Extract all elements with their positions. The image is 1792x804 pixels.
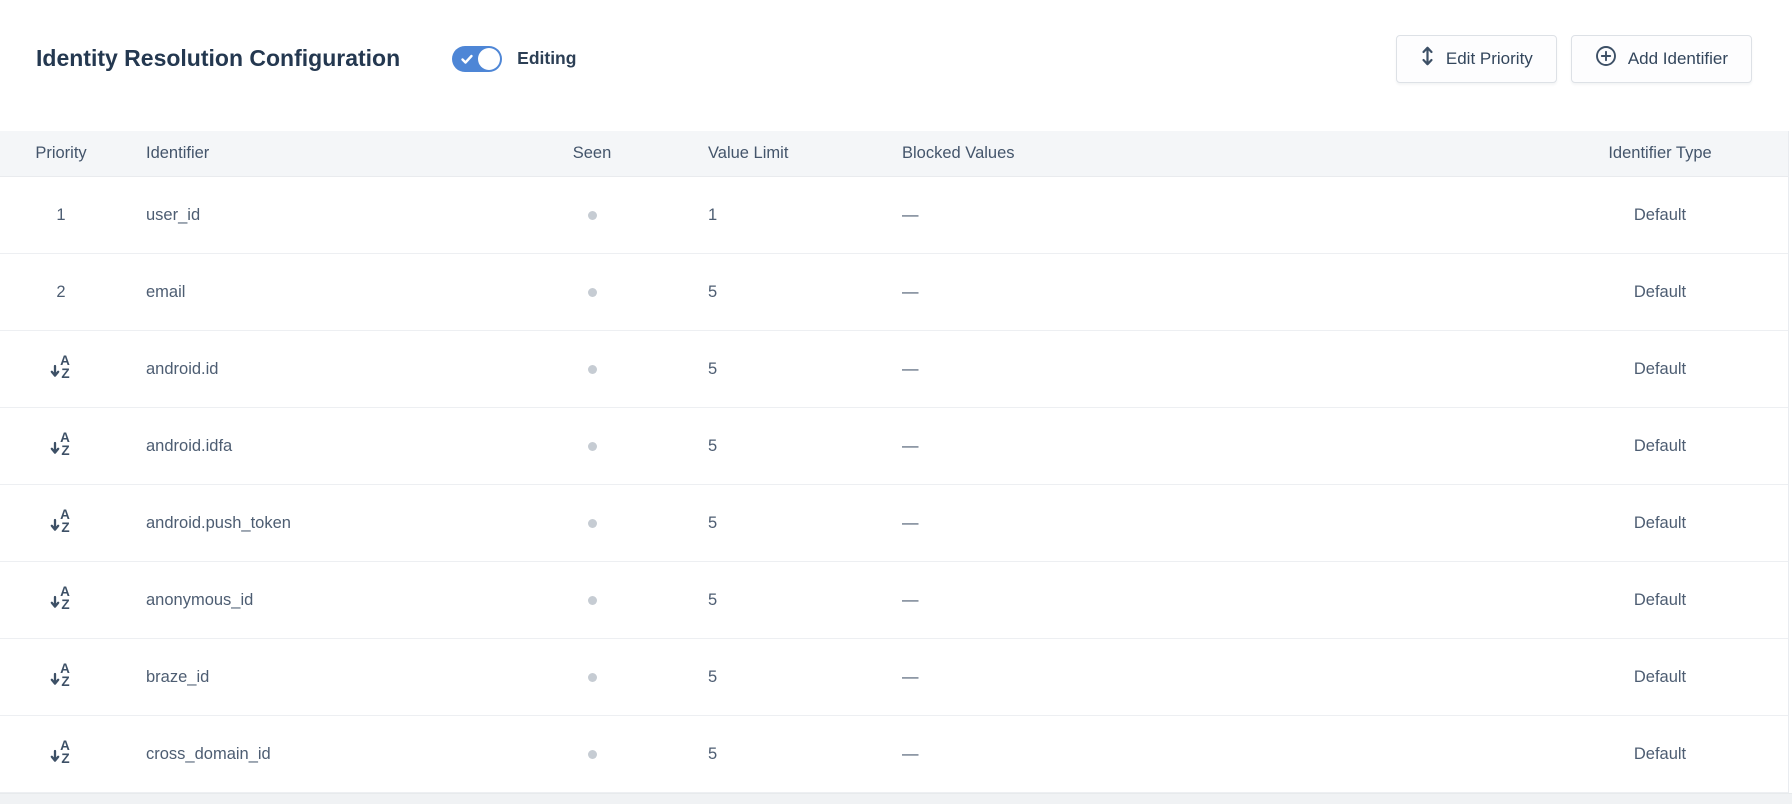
table-row[interactable]: 1 A Z user_id 1 — Default (0, 177, 1788, 254)
plus-circle-icon (1595, 45, 1617, 72)
value-limit: 5 (632, 437, 900, 456)
column-header-identifier: Identifier (122, 144, 552, 163)
add-identifier-label: Add Identifier (1628, 49, 1728, 69)
toggle-knob (478, 48, 500, 70)
table-body: 1 A Z user_id 1 — Default 2 A Z (0, 177, 1788, 793)
blocked-values: — (900, 360, 1532, 379)
blocked-values: — (900, 745, 1532, 764)
blocked-values: — (900, 437, 1532, 456)
seen-dot-icon (588, 442, 597, 451)
value-limit: 5 (632, 283, 900, 302)
table-row[interactable]: A Z android.push_token 5 — Default (0, 485, 1788, 562)
sort-alpha-asc-icon[interactable]: A Z (49, 507, 73, 539)
edit-priority-button[interactable]: Edit Priority (1396, 35, 1557, 83)
blocked-values: — (900, 206, 1532, 225)
table-row[interactable]: A Z android.idfa 5 — Default (0, 408, 1788, 485)
identifier-type: Default (1532, 360, 1788, 379)
identifier-name: user_id (122, 206, 552, 225)
identifier-type: Default (1532, 437, 1788, 456)
edit-priority-label: Edit Priority (1446, 49, 1533, 69)
check-icon (460, 52, 474, 66)
value-limit: 5 (632, 514, 900, 533)
table-header-row: Priority Identifier Seen Value Limit Blo… (0, 131, 1788, 177)
sort-alpha-asc-icon[interactable]: A Z (49, 738, 73, 770)
column-header-priority: Priority (0, 144, 122, 163)
identifier-type: Default (1532, 206, 1788, 225)
svg-text:Z: Z (61, 674, 69, 688)
sort-alpha-asc-icon[interactable]: A Z (49, 661, 73, 693)
blocked-values: — (900, 668, 1532, 687)
column-header-blocked-values: Blocked Values (900, 144, 1532, 163)
table-row[interactable]: 2 A Z email 5 — Default (0, 254, 1788, 331)
up-down-arrow-icon (1420, 45, 1435, 72)
seen-dot-icon (588, 288, 597, 297)
svg-text:Z: Z (61, 366, 69, 380)
value-limit: 5 (632, 360, 900, 379)
column-header-seen: Seen (552, 144, 632, 163)
value-limit: 5 (632, 668, 900, 687)
identifier-type: Default (1532, 514, 1788, 533)
identifier-name: android.idfa (122, 437, 552, 456)
topbar: Identity Resolution Configuration Editin… (0, 0, 1792, 131)
column-header-identifier-type: Identifier Type (1532, 144, 1788, 163)
identifier-name: cross_domain_id (122, 745, 552, 764)
editing-toggle-label: Editing (517, 48, 576, 69)
page-title: Identity Resolution Configuration (36, 45, 400, 72)
identifier-name: android.push_token (122, 514, 552, 533)
identifier-type: Default (1532, 591, 1788, 610)
svg-text:Z: Z (61, 520, 69, 534)
priority-number: 2 (56, 283, 65, 301)
seen-dot-icon (588, 750, 597, 759)
toolbar: Edit Priority Add Identifier (1396, 35, 1752, 83)
identifier-type: Default (1532, 745, 1788, 764)
blocked-values: — (900, 591, 1532, 610)
svg-text:Z: Z (61, 597, 69, 611)
bottom-divider (0, 793, 1792, 804)
seen-dot-icon (588, 596, 597, 605)
value-limit: 1 (632, 206, 900, 225)
table-row[interactable]: A Z android.id 5 — Default (0, 331, 1788, 408)
svg-text:Z: Z (61, 443, 69, 457)
column-header-value-limit: Value Limit (632, 144, 900, 163)
blocked-values: — (900, 283, 1532, 302)
table-row[interactable]: A Z anonymous_id 5 — Default (0, 562, 1788, 639)
identifier-type: Default (1532, 668, 1788, 687)
identifiers-table: Priority Identifier Seen Value Limit Blo… (0, 131, 1789, 793)
sort-alpha-asc-icon[interactable]: A Z (49, 430, 73, 462)
identifier-name: braze_id (122, 668, 552, 687)
seen-dot-icon (588, 673, 597, 682)
table-row[interactable]: A Z cross_domain_id 5 — Default (0, 716, 1788, 793)
seen-dot-icon (588, 519, 597, 528)
seen-dot-icon (588, 365, 597, 374)
add-identifier-button[interactable]: Add Identifier (1571, 35, 1752, 83)
identifier-type: Default (1532, 283, 1788, 302)
editing-toggle[interactable] (452, 46, 502, 72)
sort-alpha-asc-icon[interactable]: A Z (49, 353, 73, 385)
sort-alpha-asc-icon[interactable]: A Z (49, 584, 73, 616)
priority-number: 1 (56, 206, 65, 224)
identifier-name: anonymous_id (122, 591, 552, 610)
value-limit: 5 (632, 591, 900, 610)
identifier-name: email (122, 283, 552, 302)
svg-text:Z: Z (61, 751, 69, 765)
seen-dot-icon (588, 211, 597, 220)
identifier-name: android.id (122, 360, 552, 379)
table-row[interactable]: A Z braze_id 5 — Default (0, 639, 1788, 716)
blocked-values: — (900, 514, 1532, 533)
value-limit: 5 (632, 745, 900, 764)
